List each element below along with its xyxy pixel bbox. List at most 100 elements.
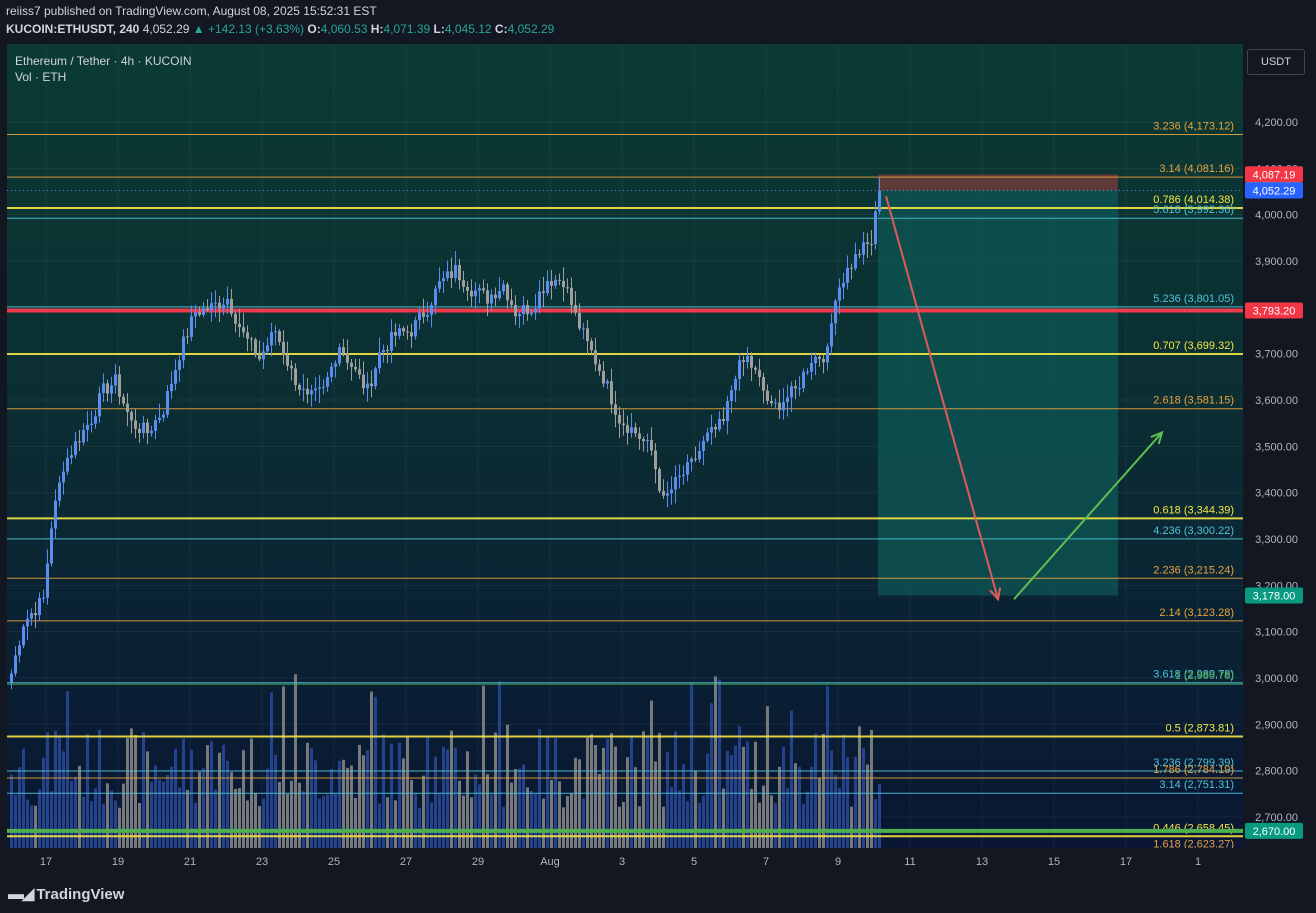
volume-bar — [410, 779, 413, 848]
candle-body — [682, 474, 685, 476]
volume-bar — [386, 797, 389, 848]
volume-bar — [770, 795, 773, 848]
volume-bar — [710, 703, 713, 848]
volume-bar — [706, 753, 709, 848]
volume-bar — [322, 796, 325, 848]
price-tag-label: 4,052.29 — [1253, 185, 1296, 197]
candle-body — [726, 400, 729, 422]
footer-bar: ▬◢ TradingView — [0, 875, 1316, 913]
candle-body — [350, 362, 353, 367]
volume-bar — [638, 806, 641, 848]
time-tick-label: 13 — [976, 856, 988, 868]
volume-bar — [650, 700, 653, 848]
candle-body — [786, 397, 789, 403]
candle-body — [242, 327, 245, 333]
candle-body — [558, 279, 561, 281]
candle-body — [562, 280, 565, 288]
volume-bar — [874, 799, 877, 848]
candle-body — [802, 371, 805, 389]
candle-body — [614, 404, 617, 415]
volume-bar — [158, 779, 161, 848]
candle-body — [162, 414, 165, 418]
time-tick-label: 9 — [835, 856, 841, 868]
volume-bar — [550, 780, 553, 848]
volume-bar — [562, 807, 565, 848]
short-position-zone[interactable] — [878, 174, 1118, 596]
candle-body — [622, 423, 625, 426]
volume-bar — [462, 795, 465, 848]
volume-bar — [14, 794, 17, 848]
volume-bar — [838, 788, 841, 848]
price-chart[interactable]: 3.236 (4,173.12)3.14 (4,081.16)0.786 (4,… — [0, 44, 1316, 875]
candle-body — [38, 597, 41, 616]
candle-body — [82, 429, 85, 443]
fib-label: 0.618 (3,344.39) — [1153, 504, 1234, 516]
candle-body — [650, 439, 653, 451]
candle-body — [206, 308, 209, 311]
candle-body — [174, 369, 177, 384]
candle-body — [846, 267, 849, 283]
candle-body — [878, 190, 881, 212]
volume-bar — [82, 796, 85, 848]
candle-body — [538, 291, 541, 309]
candle-body — [114, 374, 117, 386]
candle-body — [50, 528, 53, 564]
candle-body — [178, 360, 181, 370]
candle-body — [434, 288, 437, 306]
volume-bar — [226, 760, 229, 848]
candle-body — [42, 597, 45, 599]
currency-button[interactable]: USDT — [1247, 49, 1305, 75]
candle-body — [202, 308, 205, 315]
candle-body — [386, 349, 389, 351]
volume-bar — [50, 791, 53, 848]
volume-bar — [298, 782, 301, 848]
candle-body — [774, 402, 777, 404]
candle-body — [190, 316, 193, 337]
volume-bar — [118, 807, 121, 848]
volume-bar — [174, 748, 177, 848]
volume-bar — [294, 674, 297, 848]
volume-bar — [66, 691, 69, 848]
brand-name: TradingView — [36, 885, 125, 903]
candle-body — [730, 390, 733, 401]
volume-bar — [654, 761, 657, 848]
candle-body — [714, 427, 717, 430]
volume-bar — [366, 750, 369, 848]
volume-bar — [446, 749, 449, 848]
candle-body — [498, 291, 501, 299]
close-label: C: — [494, 22, 508, 36]
candle-body — [794, 386, 797, 389]
candle-body — [734, 378, 737, 391]
volume-bar — [178, 787, 181, 848]
volume-bar — [286, 793, 289, 848]
volume-bar — [690, 682, 693, 848]
candle-body — [70, 455, 73, 458]
publish-info: reiiss7 published on TradingView.com, Au… — [6, 4, 377, 18]
volume-bar — [246, 800, 249, 848]
price-tick-label: 3,500.00 — [1255, 441, 1298, 453]
time-tick-label: 11 — [904, 856, 915, 868]
volume-bar — [262, 798, 265, 848]
candle-body — [394, 332, 397, 336]
candle-body — [186, 336, 189, 338]
candle-body — [810, 363, 813, 372]
candle-body — [834, 300, 837, 324]
candle-body — [678, 475, 681, 477]
volume-bar — [490, 794, 493, 848]
candle-body — [302, 388, 305, 390]
candle-body — [462, 280, 465, 287]
candle-body — [710, 427, 713, 433]
volume-bar — [850, 806, 853, 848]
candle-body — [862, 242, 865, 255]
candle-body — [282, 341, 285, 356]
candle-body — [290, 365, 293, 369]
candle-body — [530, 312, 533, 315]
candle-body — [34, 613, 37, 616]
candle-body — [754, 367, 757, 370]
fib-label: 3.14 (2,751.31) — [1159, 779, 1234, 791]
volume-bar — [190, 749, 193, 848]
volume-bar — [666, 752, 669, 848]
candle-body — [274, 331, 277, 333]
candle-body — [22, 626, 25, 646]
take-profit-zone[interactable] — [878, 190, 1118, 596]
